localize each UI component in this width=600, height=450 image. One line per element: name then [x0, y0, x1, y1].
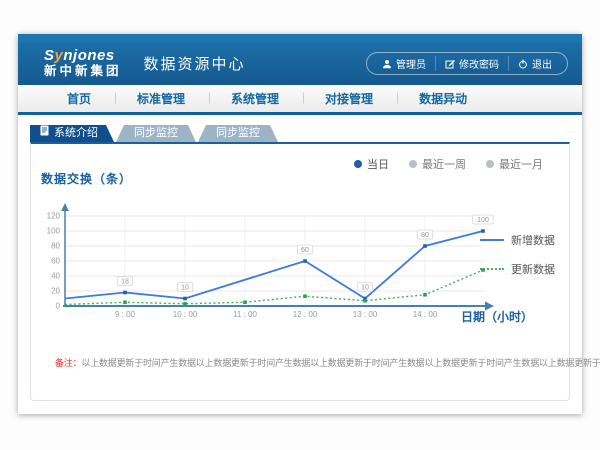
user-icon — [382, 59, 392, 69]
svg-text:18: 18 — [121, 279, 129, 286]
company-logo: Synjones 新中新集团 — [44, 48, 122, 78]
svg-text:11 : 00: 11 : 00 — [233, 310, 257, 319]
solid-line-icon — [480, 239, 504, 241]
nav-item-data-change[interactable]: 数据异动 — [396, 90, 490, 107]
y-axis-title: 数据交换（条） — [41, 170, 132, 187]
footnote: 备注：以上数据更新于时间产生数据以上数据更新于时间产生数据以上数据更新于时间产生… — [55, 356, 600, 369]
main-nav: 首页 标准管理 系统管理 对接管理 数据异动 — [18, 85, 582, 115]
svg-text:20: 20 — [51, 287, 60, 296]
svg-text:100: 100 — [47, 227, 61, 236]
app-header: Synjones 新中新集团 数据资源中心 管理员 修改密码 退出 — [18, 42, 582, 85]
nav-item-standards[interactable]: 标准管理 — [114, 90, 208, 107]
tab-label: 同步监控 — [134, 125, 178, 142]
x-axis-title: 日期（小时） — [461, 308, 533, 325]
top-accent-strip — [18, 34, 582, 42]
radio-dot-icon — [409, 160, 417, 168]
radio-last-month[interactable]: 最近一月 — [486, 156, 543, 172]
edit-icon — [445, 59, 455, 69]
svg-text:10: 10 — [181, 285, 189, 292]
user-menu: 管理员 修改密码 退出 — [366, 52, 568, 75]
radio-label: 最近一周 — [422, 156, 466, 172]
svg-text:12 : 00: 12 : 00 — [293, 310, 318, 319]
tab-bar: 系统介绍 同步监控 同步监控 — [30, 125, 278, 142]
logo-text-cn: 新中新集团 — [44, 65, 122, 79]
tab-system-intro[interactable]: 系统介绍 — [30, 125, 114, 142]
line-chart: 0 20 40 60 80 100 120 9 : 00 10 : 00 11 : 00 12 : … — [35, 194, 505, 334]
time-range-filter: 当日 最近一周 最近一月 — [354, 156, 543, 172]
svg-text:10 : 00: 10 : 00 — [173, 310, 198, 319]
nav-item-interface[interactable]: 对接管理 — [302, 90, 396, 107]
logout-label: 退出 — [532, 56, 552, 71]
legend-label: 新增数据 — [511, 232, 555, 248]
svg-text:9 : 00: 9 : 00 — [115, 310, 136, 319]
tab-sync-monitor-2[interactable]: 同步监控 — [198, 125, 278, 142]
legend-entry-new-data[interactable]: 新增数据 — [480, 232, 555, 248]
svg-text:120: 120 — [47, 212, 61, 221]
radio-last-week[interactable]: 最近一周 — [409, 156, 466, 172]
radio-today[interactable]: 当日 — [354, 156, 389, 172]
legend-entry-updated-data[interactable]: 更新数据 — [480, 261, 555, 277]
tab-sync-monitor-1[interactable]: 同步监控 — [116, 125, 196, 142]
svg-text:80: 80 — [51, 242, 60, 251]
footnote-text: 以上数据更新于时间产生数据以上数据更新于时间产生数据以上数据更新于时间产生数据以… — [81, 358, 600, 368]
logo-text-en: Synjones — [44, 48, 122, 65]
radio-dot-icon — [486, 160, 494, 168]
file-icon — [40, 125, 49, 142]
svg-text:13 : 00: 13 : 00 — [353, 310, 378, 319]
svg-text:40: 40 — [51, 272, 60, 281]
content-area: 系统介绍 同步监控 同步监控 当日 最近一周 — [18, 115, 582, 414]
svg-text:0: 0 — [56, 302, 61, 311]
chart-legend: 新增数据 更新数据 — [480, 232, 555, 277]
current-user-label: 管理员 — [396, 56, 426, 71]
legend-label: 更新数据 — [511, 261, 555, 277]
change-password-label: 修改密码 — [459, 56, 499, 71]
tab-label: 同步监控 — [216, 125, 260, 142]
chart-panel: 当日 最近一周 最近一月 数据交换（条） 0 20 40 60 80 100 120 9 : … — [30, 142, 570, 401]
logout-button[interactable]: 退出 — [508, 56, 561, 71]
svg-text:60: 60 — [301, 247, 309, 254]
svg-text:14 : 00: 14 : 00 — [413, 310, 438, 319]
svg-text:80: 80 — [421, 232, 429, 239]
page-title: 数据资源中心 — [144, 53, 246, 74]
nav-item-system[interactable]: 系统管理 — [208, 90, 302, 107]
radio-dot-icon — [354, 160, 362, 168]
tab-label: 系统介绍 — [54, 125, 98, 142]
power-icon — [518, 59, 528, 69]
current-user-button[interactable]: 管理员 — [373, 56, 435, 71]
svg-text:100: 100 — [477, 217, 489, 224]
change-password-button[interactable]: 修改密码 — [435, 56, 508, 71]
svg-text:60: 60 — [51, 257, 60, 266]
radio-label: 最近一月 — [499, 156, 543, 172]
nav-item-home[interactable]: 首页 — [44, 90, 114, 107]
footnote-prefix: 备注： — [55, 358, 81, 368]
dotted-line-icon — [480, 268, 504, 270]
radio-label: 当日 — [367, 156, 389, 172]
app-window: Synjones 新中新集团 数据资源中心 管理员 修改密码 退出 — [18, 34, 582, 414]
svg-text:10: 10 — [361, 285, 369, 292]
